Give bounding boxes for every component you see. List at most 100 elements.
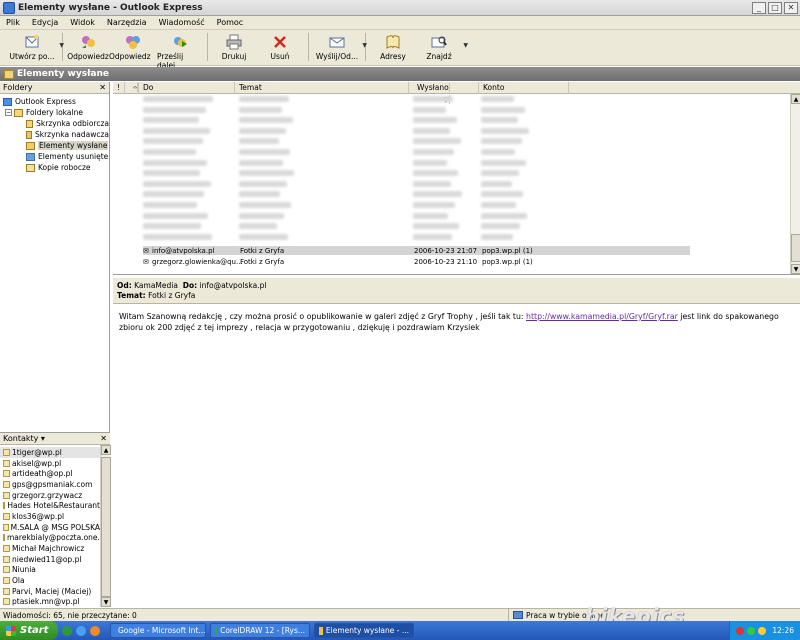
table-row[interactable]: ✉ info@atvpolska.pl Fotki z Gryfa 2006-1… [143,246,690,255]
contact-card-icon [3,512,10,520]
column-to[interactable]: Do [139,81,235,94]
menu-narzedzia[interactable]: Narzędzia [101,18,153,27]
quicklaunch-app-icon[interactable] [62,625,72,636]
send-receive-button[interactable]: Wyślij/Od... ▼ [313,30,367,64]
contact-item[interactable]: ptasiek.mn@vp.pl [0,597,100,608]
new-mail-button[interactable]: Utwórz po... ▼ [6,30,64,64]
dropdown-arrow-icon[interactable]: ▼ [59,42,64,49]
dropdown-arrow-icon[interactable]: ▼ [362,42,367,49]
start-button[interactable]: Start [0,621,58,640]
reply-all-button[interactable]: Odpowiedz ... [109,30,157,70]
redacted-cell [143,149,196,155]
redacted-cell [239,96,289,102]
tray-network-icon[interactable] [747,626,756,635]
message-link[interactable]: http://www.kamamedia.pl/Gryf/Gryf.rar [526,312,678,321]
forward-button[interactable]: Prześlij dalej [157,30,203,70]
firefox-icon[interactable] [90,625,100,636]
folder-outbox[interactable]: Skrzynka nadawcza [0,129,109,140]
minimize-icon[interactable]: _ [752,1,766,14]
find-button[interactable]: Znajdź ▼ [416,30,468,64]
scroll-down-icon[interactable]: ▼ [101,597,111,607]
menu-widok[interactable]: Widok [64,18,101,27]
find-icon [431,34,447,50]
column-sent[interactable]: Wysłano ▽ [409,81,479,104]
folder-sent-items[interactable]: Elementy wysłane [0,140,109,151]
internet-explorer-icon[interactable] [76,625,86,636]
contact-item[interactable]: Niunia [0,565,100,576]
scroll-down-icon[interactable]: ▼ [791,264,800,274]
contacts-menu-button[interactable]: Kontakty ▾ [3,434,45,443]
deleted-items-icon [26,152,35,161]
scroll-up-icon[interactable]: ▲ [101,445,111,455]
redacted-cell [481,127,529,134]
column-subject[interactable]: Temat [235,81,409,94]
contact-item[interactable]: grzegorz.grzywacz [0,490,100,501]
address-book-button[interactable]: Adresy [370,30,416,64]
redacted-cell [413,180,451,187]
dropdown-arrow-icon[interactable]: ▼ [463,42,468,49]
contacts-scrollbar[interactable]: ▲ ▼ [100,445,111,607]
menu-edycja[interactable]: Edycja [26,18,64,27]
close-icon[interactable]: ✕ [99,83,106,92]
contact-item[interactable]: artideath@op.pl [0,468,100,479]
tray-app-icon[interactable] [736,626,745,635]
contact-item[interactable]: M.SALA @ MSG POLSKA [0,522,100,533]
collapse-icon[interactable]: − [5,109,12,116]
menu-pomoc[interactable]: Pomoc [211,18,250,27]
folder-local-folders[interactable]: − Foldery lokalne [0,107,109,118]
menu-plik[interactable]: Plik [0,18,26,27]
redacted-cell [143,127,210,134]
scrollbar-thumb[interactable] [791,234,800,262]
redacted-cell [239,191,280,198]
contact-item[interactable]: 1tiger@wp.pl [0,447,100,458]
contact-item[interactable]: niedwied11@op.pl [0,554,100,565]
reply-button[interactable]: Odpowiedz [67,30,109,64]
outlook-express-icon [3,1,15,14]
table-row[interactable]: ✉ grzegorz.glowienka@qu... Fotki z Gryfa… [143,257,690,266]
menu-wiadomosc[interactable]: Wiadomość [153,18,211,27]
contact-item[interactable]: marekbialy@poczta.one... [0,533,100,544]
column-priority[interactable]: ! [113,81,125,94]
message-list-scrollbar[interactable]: ▲ ▼ [790,94,800,274]
taskbar-item-outlook[interactable]: Elementy wysłane - ... [314,623,414,638]
reply-all-icon [125,34,141,50]
message-list: ! 𝄐 Do Temat Wysłano ▽ Konto ✉ info@atvp… [113,81,800,275]
print-button[interactable]: Drukuj [212,30,256,64]
folder-header-title: Elementy wysłane [17,69,109,79]
redacted-cell [143,117,199,124]
close-icon[interactable]: ✕ [100,434,107,443]
tray-volume-icon[interactable] [758,626,767,635]
contact-item[interactable]: Ola [0,575,100,586]
redacted-cell [481,159,526,166]
contact-item[interactable]: klos36@wp.pl [0,511,100,522]
windows-flag-icon [6,625,16,636]
redacted-cell [239,149,290,155]
column-attachment[interactable]: 𝄐 [125,81,139,94]
taskbar-item-google[interactable]: Google - Microsoft Int... [110,623,206,638]
maximize-icon[interactable]: □ [768,1,782,14]
folder-header-band: Elementy wysłane [0,67,800,81]
contact-card-icon [3,566,10,574]
redacted-cell [413,149,454,155]
redacted-cell [413,106,446,113]
scrollbar-thumb[interactable] [101,457,111,597]
column-account[interactable]: Konto [479,81,569,94]
contact-item[interactable]: Hades Hotel&Restaurant [0,500,100,511]
taskbar-item-coreldraw[interactable]: CorelDRAW 12 - [Rys... [210,623,310,638]
close-icon[interactable]: ✕ [784,1,798,14]
contact-item[interactable]: gps@gpsmaniak.com [0,479,100,490]
contact-card-icon [3,470,10,478]
delete-button[interactable]: Usuń [256,30,304,64]
scroll-up-icon[interactable]: ▲ [791,94,800,104]
redacted-cell [413,223,459,230]
folder-drafts[interactable]: Kopie robocze [0,162,109,173]
contact-item[interactable]: akisel@wp.pl [0,458,100,469]
folder-outlook-express[interactable]: Outlook Express [0,96,109,107]
folder-inbox[interactable]: Skrzynka odbiorcza [0,118,109,129]
contact-item[interactable]: Parvi, Maciej (Maciej) [0,586,100,597]
contact-item[interactable]: Michał Majchrowicz [0,543,100,554]
redacted-cell [239,117,293,124]
redacted-cell [143,233,212,240]
folder-deleted-items[interactable]: Elementy usunięte [0,151,109,162]
redacted-cell [143,138,203,145]
